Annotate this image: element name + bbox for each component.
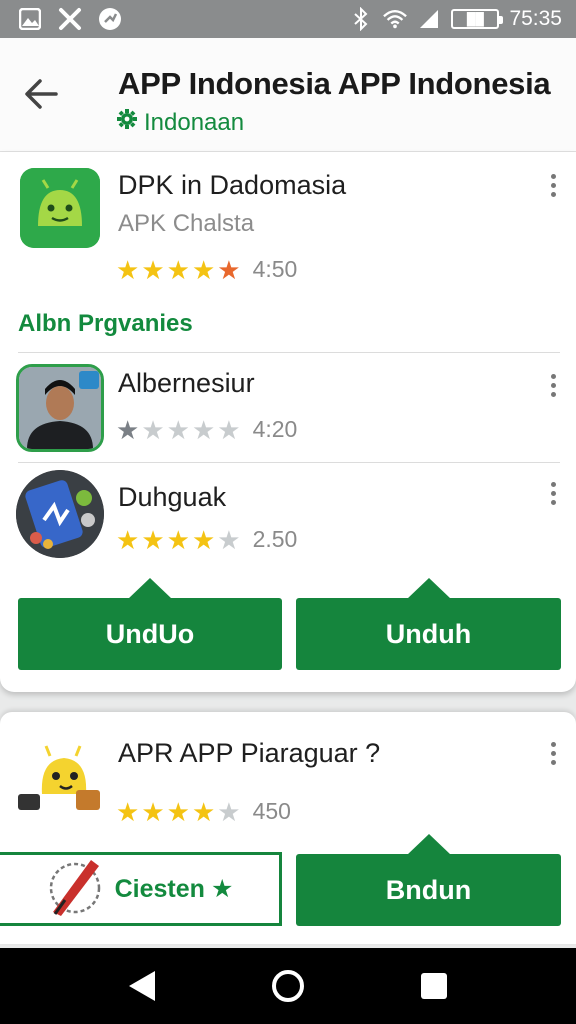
status-bar: ██ 75:35 (0, 0, 576, 38)
nav-recents-icon[interactable] (421, 973, 448, 999)
stamp-icon (45, 854, 109, 925)
battery-icon: ██ (451, 9, 504, 29)
outline-button-label: Ciesten (114, 874, 205, 903)
star-icon: ★ (166, 524, 190, 555)
android-app-icon (20, 168, 100, 248)
clock: 75:35 (509, 7, 562, 30)
page-title: APP Indonesia APP Indonesia (118, 66, 551, 101)
bluetooth-icon (349, 7, 373, 31)
section-title: Albn Prgvanies (18, 310, 193, 337)
more-options-icon[interactable] (548, 374, 558, 397)
nav-back-icon[interactable] (128, 971, 155, 1001)
list-item[interactable]: Albernesiur ★ ★ ★ ★ ★ 4:20 (0, 354, 576, 462)
download-button-left[interactable]: UndUo (18, 598, 282, 670)
star-icon: ★ (116, 254, 140, 285)
star-icon: ★ (166, 254, 190, 285)
half-star-icon: ★ (217, 254, 241, 285)
star-rating: ★ ★ ★ ★ ★ 4:20 (116, 416, 297, 443)
list-item[interactable]: Duhguak ★ ★ ★ ★ ★ 2.50 (0, 464, 576, 564)
divider (18, 462, 560, 463)
app-name: APR APP Piaraguar ? (118, 738, 381, 768)
more-options-icon[interactable] (548, 742, 558, 765)
app-name: Duhguak (118, 482, 227, 512)
phone-app-icon (16, 470, 104, 558)
star-icon: ★ (191, 254, 216, 285)
rating-score: 2.50 (252, 526, 298, 552)
person-avatar-icon (16, 364, 104, 452)
star-icon: ★ (116, 796, 140, 827)
app-card-2[interactable]: APR APP Piaraguar ? ★ ★ ★ ★ ★ 450 Cieste… (0, 712, 576, 944)
star-icon: ★ (217, 524, 241, 555)
rating-score: 4:50 (252, 256, 298, 282)
star-icon: ★ (217, 796, 241, 827)
more-options-icon[interactable] (548, 482, 558, 505)
star-icon: ★ (141, 524, 165, 555)
star-icon: ★ (141, 414, 165, 445)
gallery-icon (18, 7, 42, 31)
rating-score: 4:20 (252, 416, 298, 442)
header-subtitle: Indonaan (116, 108, 244, 137)
featured-app-row[interactable]: DPK in Dadomasia APK Chalsta ★ ★ ★ ★ ★ 4… (0, 152, 576, 302)
star-icon: ★ (166, 796, 190, 827)
system-nav-bar (0, 948, 576, 1024)
star-icon: ★ (217, 414, 241, 445)
wifi-icon (383, 7, 408, 31)
back-arrow-icon[interactable] (20, 72, 64, 116)
star-rating: ★ ★ ★ ★ ★ 4:50 (116, 256, 297, 283)
star-icon: ★ (141, 254, 165, 285)
app-header: APP Indonesia APP Indonesia Indonaan (0, 38, 576, 152)
star-icon: ★ (166, 414, 190, 445)
outline-button[interactable]: Ciesten ★ (0, 852, 282, 926)
divider (18, 352, 560, 353)
star-icon: ★ (116, 414, 140, 445)
app-developer: APK Chalsta (118, 210, 255, 237)
star-icon: ★ (191, 796, 216, 827)
star-icon: ★ (141, 796, 165, 827)
star-icon: ★ (191, 414, 216, 445)
signal-icon (417, 7, 441, 31)
gear-icon (116, 108, 138, 137)
navigation-icon (98, 7, 122, 31)
star-icon: ★ (210, 875, 234, 903)
app-name: Albernesiur (118, 368, 255, 398)
subtitle-text: Indonaan (144, 108, 245, 136)
star-icon: ★ (191, 524, 216, 555)
download-button-right[interactable]: Unduh (296, 598, 561, 670)
tools-icon (58, 7, 82, 31)
app-list-card: DPK in Dadomasia APK Chalsta ★ ★ ★ ★ ★ 4… (0, 152, 576, 692)
download-button-primary[interactable]: Bndun (296, 854, 561, 926)
star-rating: ★ ★ ★ ★ ★ 2.50 (116, 526, 297, 553)
more-options-icon[interactable] (548, 174, 558, 197)
app-name: DPK in Dadomasia (118, 170, 347, 200)
rating-score: 450 (252, 798, 291, 824)
mascot-app-icon (16, 734, 106, 824)
star-rating: ★ ★ ★ ★ ★ 450 (116, 798, 291, 825)
star-icon: ★ (116, 524, 140, 555)
nav-home-icon[interactable] (271, 970, 304, 1002)
